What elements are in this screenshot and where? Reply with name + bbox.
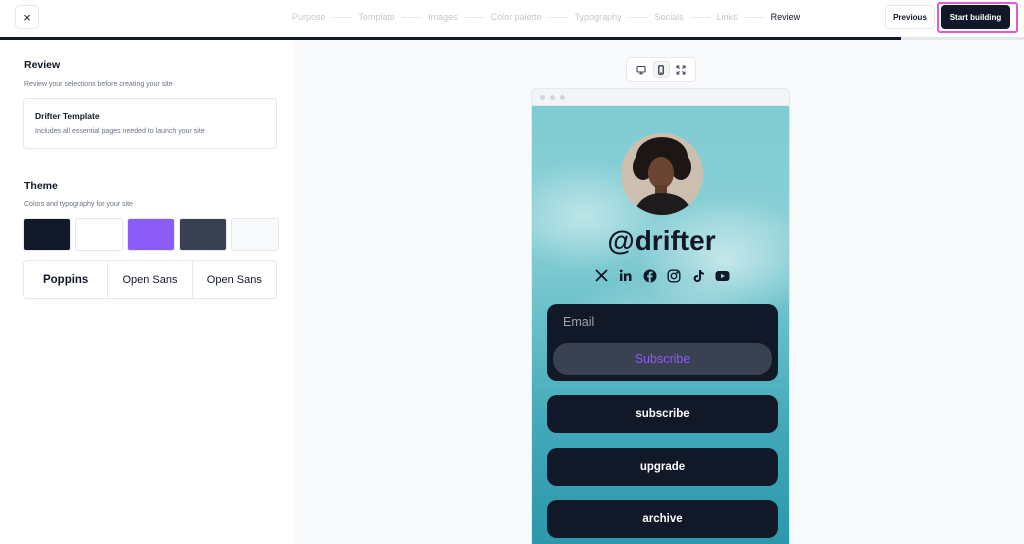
theme-subtitle: Colors and typography for your site xyxy=(24,201,133,208)
color-swatch xyxy=(75,218,123,251)
review-panel: Review Review your selections before cre… xyxy=(0,40,294,544)
link-button-subscribe[interactable]: subscribe xyxy=(547,395,778,433)
close-icon: × xyxy=(23,9,31,25)
color-swatch xyxy=(23,218,71,251)
social-links xyxy=(594,268,730,283)
step-links[interactable]: Links xyxy=(717,12,738,22)
fullscreen-view-button[interactable] xyxy=(673,61,690,78)
desktop-view-button[interactable] xyxy=(633,61,650,78)
mobile-icon xyxy=(658,64,664,75)
tiktok-icon[interactable] xyxy=(691,268,706,283)
youtube-icon[interactable] xyxy=(715,268,730,283)
step-images[interactable]: Images xyxy=(428,12,458,22)
top-bar: × Purpose Template Images Color palette … xyxy=(0,0,1024,37)
template-card: Drifter Template Includes all essential … xyxy=(23,98,277,149)
step-divider xyxy=(744,16,764,18)
step-divider xyxy=(548,16,568,18)
link-button-upgrade[interactable]: upgrade xyxy=(547,448,778,486)
browser-bar xyxy=(532,89,789,106)
step-purpose[interactable]: Purpose xyxy=(292,12,326,22)
template-name: Drifter Template xyxy=(35,111,100,121)
close-button[interactable]: × xyxy=(15,5,39,29)
avatar xyxy=(621,133,703,215)
x-icon[interactable] xyxy=(594,268,609,283)
review-title: Review xyxy=(24,59,61,71)
step-divider xyxy=(690,16,710,18)
step-template[interactable]: Template xyxy=(359,12,396,22)
linkedin-icon[interactable] xyxy=(618,268,633,283)
start-building-button[interactable]: Start building xyxy=(941,5,1010,29)
color-swatch xyxy=(231,218,279,251)
step-divider xyxy=(402,16,422,18)
window-dot xyxy=(540,94,545,100)
window-dot xyxy=(560,94,565,100)
color-swatch xyxy=(127,218,175,251)
heading-font: Poppins xyxy=(24,261,109,298)
preview-page: @drifter Email Subscribe subscribe upgra… xyxy=(532,106,789,544)
fullscreen-icon xyxy=(676,65,686,74)
theme-title: Theme xyxy=(24,180,58,192)
subscribe-form-button[interactable]: Subscribe xyxy=(553,343,772,375)
template-description: Includes all essential pages needed to l… xyxy=(35,128,205,135)
site-preview-area: @drifter Email Subscribe subscribe upgra… xyxy=(294,40,1024,544)
step-divider xyxy=(332,16,352,18)
desktop-icon xyxy=(636,65,646,74)
color-swatches xyxy=(23,218,279,251)
font-list: Poppins Open Sans Open Sans xyxy=(23,260,277,299)
step-color-palette[interactable]: Color palette xyxy=(491,12,542,22)
color-swatch xyxy=(179,218,227,251)
step-divider xyxy=(464,16,484,18)
body-font: Open Sans xyxy=(108,261,193,298)
email-field[interactable] xyxy=(547,304,778,340)
facebook-icon[interactable] xyxy=(642,268,657,283)
device-toggle xyxy=(626,57,696,82)
profile-handle: @drifter xyxy=(607,225,716,256)
mobile-view-button[interactable] xyxy=(652,61,670,78)
mobile-preview-frame: @drifter Email Subscribe subscribe upgra… xyxy=(531,88,790,544)
instagram-icon[interactable] xyxy=(667,268,682,283)
step-socials[interactable]: Socials xyxy=(655,12,684,22)
wizard-steps: Purpose Template Images Color palette Ty… xyxy=(292,12,800,22)
link-button-archive[interactable]: archive xyxy=(547,500,778,538)
previous-button[interactable]: Previous xyxy=(885,5,935,29)
review-subtitle: Review your selections before creating y… xyxy=(24,81,173,88)
newsletter-form: Subscribe xyxy=(547,304,778,381)
window-dot xyxy=(550,94,555,100)
step-typography[interactable]: Typography xyxy=(575,12,622,22)
step-divider xyxy=(628,16,648,18)
step-review[interactable]: Review xyxy=(771,12,801,22)
accent-font: Open Sans xyxy=(206,273,262,286)
